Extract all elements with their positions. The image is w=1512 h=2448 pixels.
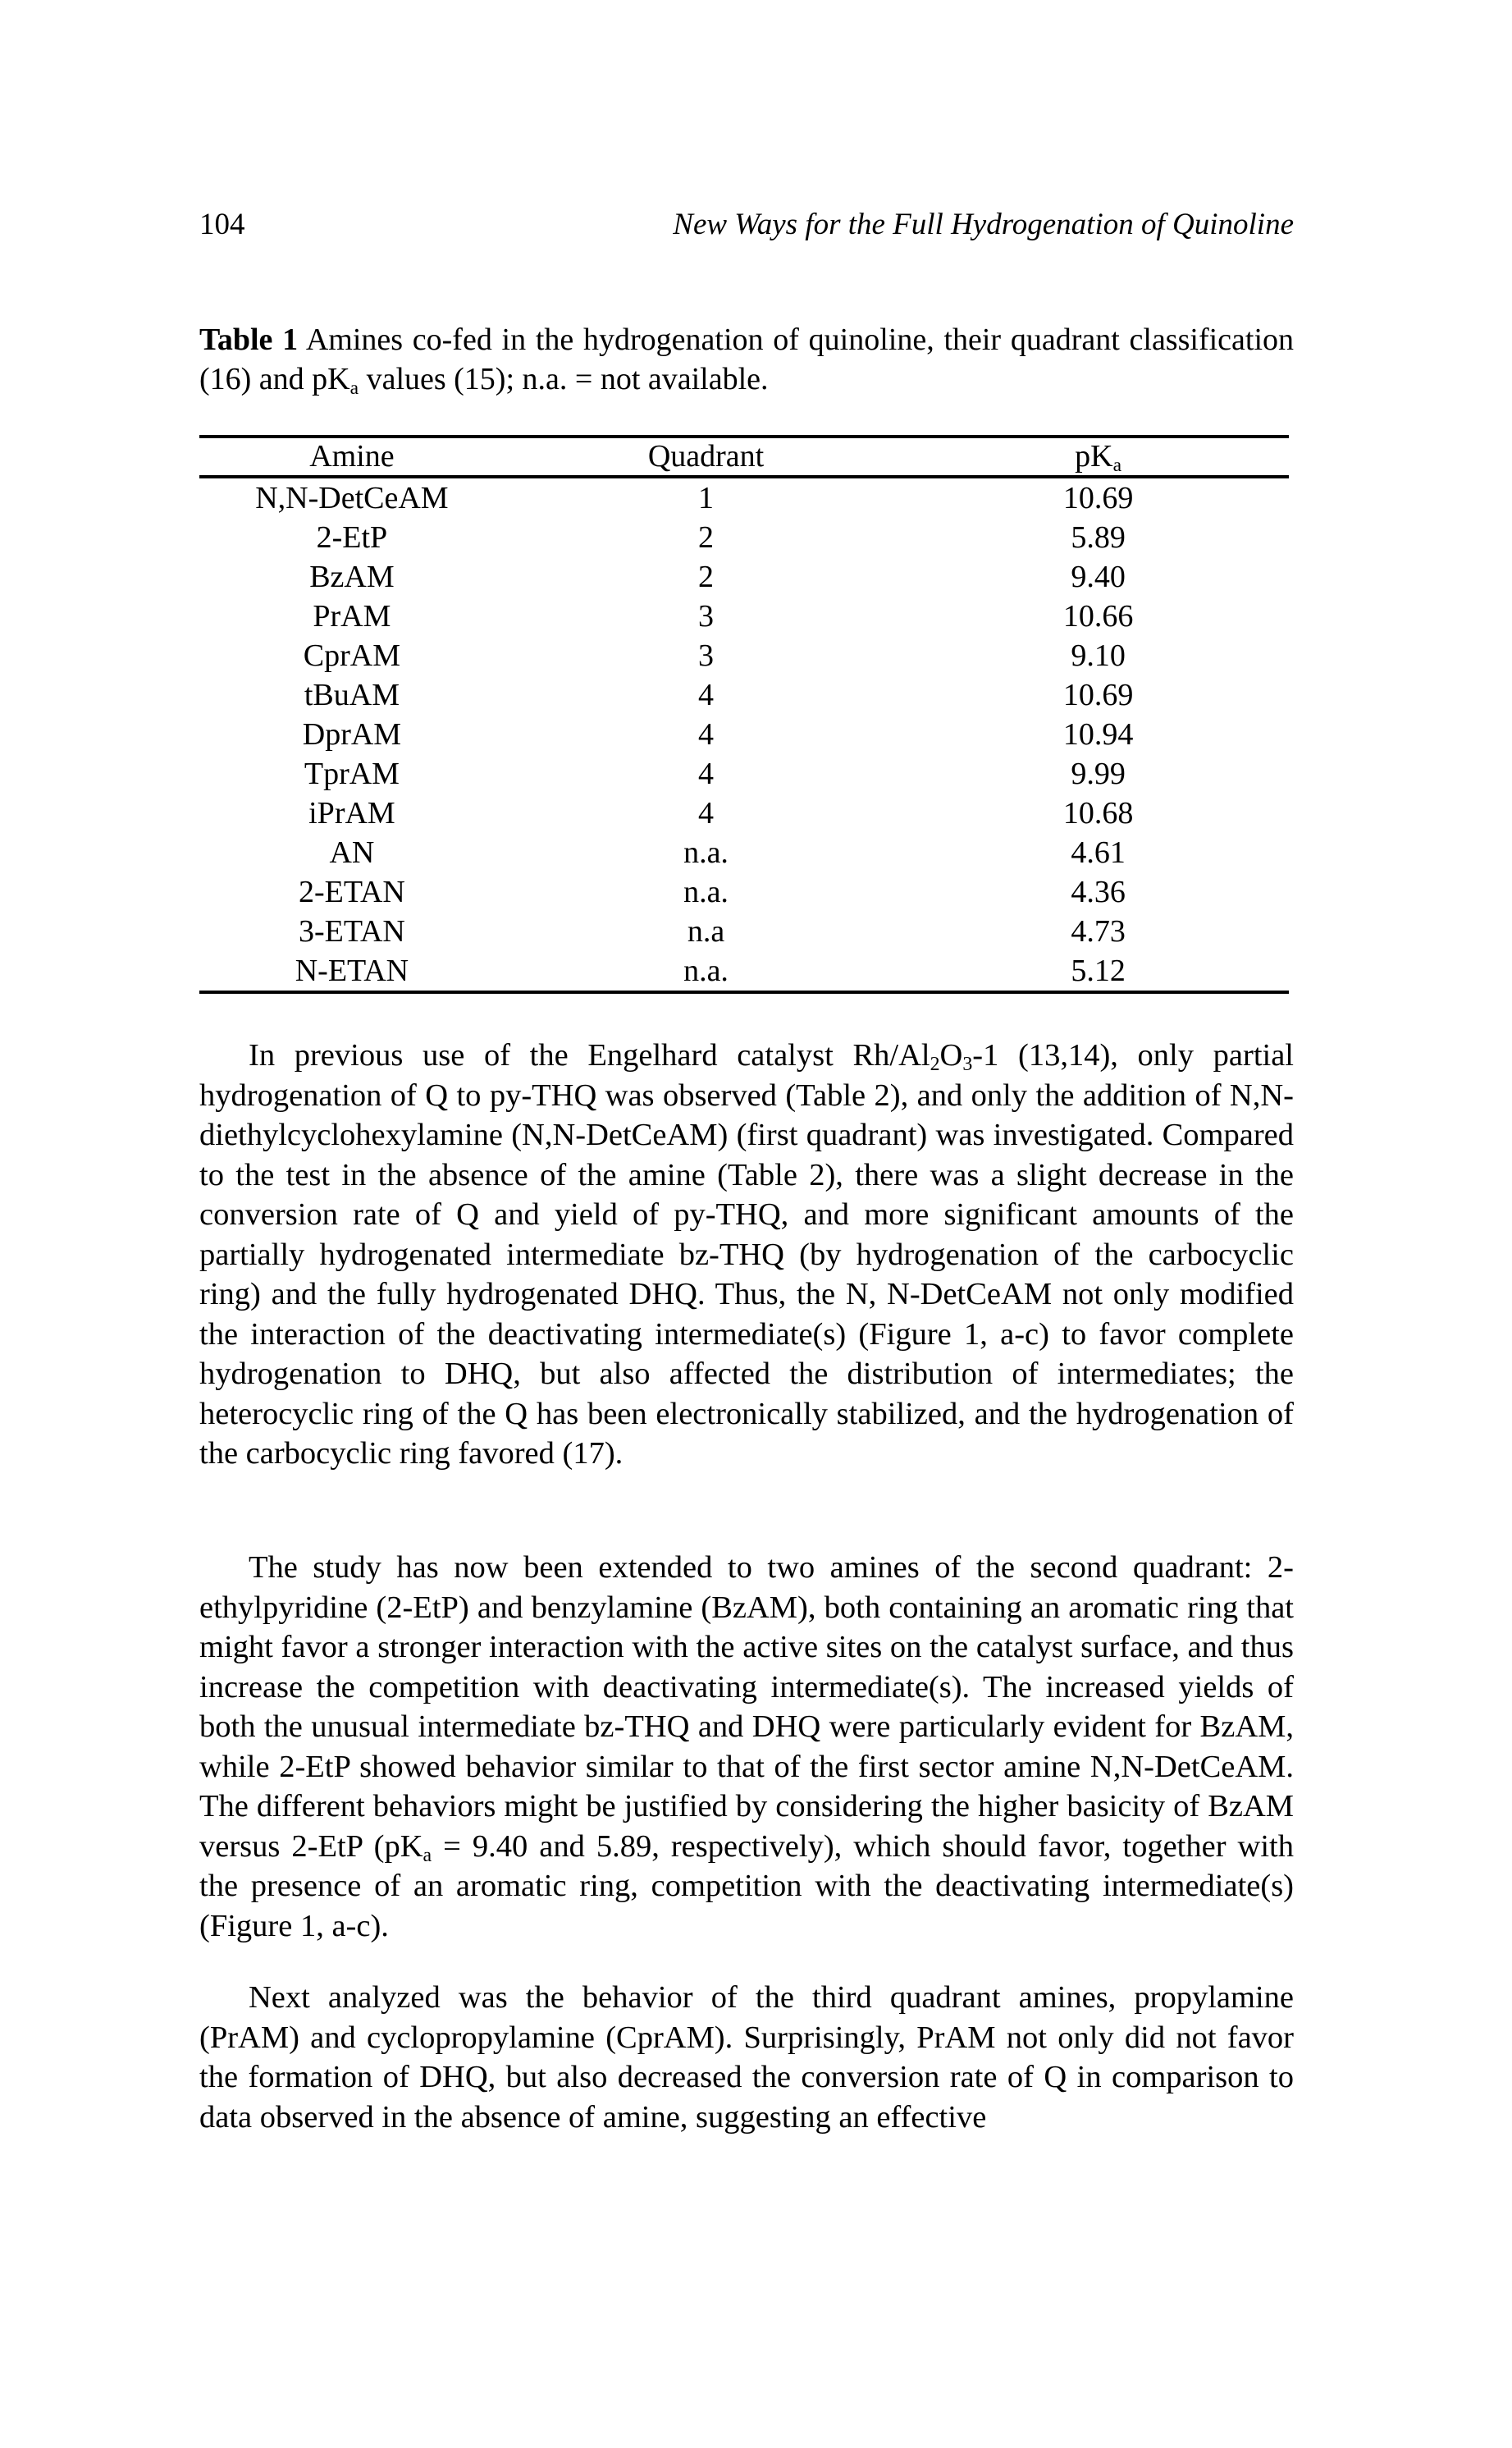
text-run: O bbox=[939, 1038, 963, 1073]
paragraph-text: Next analyzed was the behavior of the th… bbox=[199, 1980, 1294, 2135]
cell-quadrant: 1 bbox=[698, 481, 714, 515]
cell-pka: 5.12 bbox=[1071, 954, 1126, 988]
paragraph-text: In previous use of the Engelhard catalys… bbox=[199, 1036, 1294, 1474]
cell-amine: 3-ETAN bbox=[298, 914, 405, 949]
column-header-pka-text: pK bbox=[1075, 439, 1113, 474]
table-row: 2-EtP 2 5.89 bbox=[199, 518, 1289, 557]
subscript: a bbox=[423, 1844, 432, 1866]
table-row: 3-ETAN n.a 4.73 bbox=[199, 912, 1289, 951]
amines-table-container: Amine Quadrant pKa N,N-DetCeAM 1 10.69 2-Et… bbox=[199, 435, 1289, 994]
table-row: AN n.a. 4.61 bbox=[199, 833, 1289, 872]
subscript: a bbox=[349, 377, 359, 399]
cell-amine: BzAM bbox=[309, 560, 395, 594]
cell-quadrant: 4 bbox=[698, 717, 714, 752]
table-row: iPrAM 4 10.68 bbox=[199, 794, 1289, 833]
cell-amine: tBuAM bbox=[304, 678, 400, 712]
cell-amine: TprAM bbox=[304, 757, 400, 791]
cell-amine: DprAM bbox=[302, 717, 402, 752]
column-header-pka: pKa bbox=[907, 437, 1289, 477]
column-header-quadrant: Quadrant bbox=[647, 439, 765, 474]
cell-quadrant: n.a. bbox=[683, 875, 729, 909]
amines-table: Amine Quadrant pKa N,N-DetCeAM 1 10.69 2-Et… bbox=[199, 435, 1289, 994]
cell-pka: 10.66 bbox=[1062, 599, 1134, 634]
cell-pka: 9.10 bbox=[1071, 638, 1126, 673]
subscript: a bbox=[1112, 454, 1122, 476]
table-row: N-ETAN n.a. 5.12 bbox=[199, 951, 1289, 992]
cell-quadrant: n.a bbox=[687, 914, 725, 949]
text-run: The study has now been extended to two a… bbox=[199, 1550, 1294, 1864]
table-row: BzAM 2 9.40 bbox=[199, 557, 1289, 597]
table-row: 2-ETAN n.a. 4.36 bbox=[199, 872, 1289, 912]
cell-quadrant: 2 bbox=[698, 520, 714, 555]
cell-amine: 2-EtP bbox=[316, 520, 388, 555]
cell-pka: 4.61 bbox=[1071, 835, 1126, 870]
cell-amine: PrAM bbox=[313, 599, 391, 634]
cell-pka: 4.73 bbox=[1071, 914, 1126, 949]
cell-amine: AN bbox=[329, 835, 375, 870]
paragraph-3: Next analyzed was the behavior of the th… bbox=[199, 1978, 1294, 2137]
text-run: -1 (13,14), only partial hydrogenation o… bbox=[199, 1038, 1294, 1471]
table-caption-text-end: values (15); n.a. = not available. bbox=[359, 362, 769, 396]
paragraph-2: The study has now been extended to two a… bbox=[199, 1548, 1294, 1946]
cell-pka: 5.89 bbox=[1071, 520, 1126, 555]
cell-amine: N,N-DetCeAM bbox=[255, 481, 449, 515]
cell-pka: 10.69 bbox=[1062, 481, 1134, 515]
cell-amine: 2-ETAN bbox=[298, 875, 405, 909]
cell-quadrant: n.a. bbox=[683, 954, 729, 988]
table-row: tBuAM 4 10.69 bbox=[199, 675, 1289, 715]
table-caption-label: Table 1 bbox=[199, 323, 299, 357]
cell-pka: 10.68 bbox=[1062, 796, 1134, 830]
cell-amine: N-ETAN bbox=[295, 954, 409, 988]
cell-pka: 10.94 bbox=[1062, 717, 1134, 752]
paragraph-1: In previous use of the Engelhard catalys… bbox=[199, 1036, 1294, 1474]
text-run: In previous use of the Engelhard catalys… bbox=[249, 1038, 930, 1073]
table-row: CprAM 3 9.10 bbox=[199, 636, 1289, 675]
table-caption: Table 1 Amines co-fed in the hydrogenati… bbox=[199, 320, 1294, 399]
cell-amine: iPrAM bbox=[308, 796, 395, 830]
cell-pka: 4.36 bbox=[1071, 875, 1126, 909]
cell-quadrant: 4 bbox=[698, 757, 714, 791]
cell-pka: 9.99 bbox=[1071, 757, 1126, 791]
table-header-row: Amine Quadrant pKa bbox=[199, 437, 1289, 477]
cell-pka: 10.69 bbox=[1062, 678, 1134, 712]
table-row: DprAM 4 10.94 bbox=[199, 715, 1289, 754]
cell-quadrant: 4 bbox=[698, 678, 714, 712]
table-body: N,N-DetCeAM 1 10.69 2-EtP 2 5.89 BzAM 2 9.40 PrAM… bbox=[199, 477, 1289, 992]
cell-quadrant: 3 bbox=[698, 599, 714, 634]
column-header-amine: Amine bbox=[309, 439, 395, 474]
paragraph-text: The study has now been extended to two a… bbox=[199, 1548, 1294, 1946]
table-row: TprAM 4 9.99 bbox=[199, 754, 1289, 794]
cell-quadrant: n.a. bbox=[683, 835, 729, 870]
cell-quadrant: 3 bbox=[698, 638, 714, 673]
cell-quadrant: 2 bbox=[698, 560, 714, 594]
running-title: New Ways for the Full Hydrogenation of Q… bbox=[673, 208, 1294, 241]
table-row: N,N-DetCeAM 1 10.69 bbox=[199, 477, 1289, 518]
cell-amine: CprAM bbox=[303, 638, 401, 673]
subscript: 3 bbox=[962, 1053, 973, 1075]
subscript: 2 bbox=[930, 1053, 940, 1075]
running-header: 104 New Ways for the Full Hydrogenation … bbox=[199, 205, 1294, 245]
table-row: PrAM 3 10.66 bbox=[199, 597, 1289, 636]
cell-quadrant: 4 bbox=[698, 796, 714, 830]
page-number: 104 bbox=[199, 208, 245, 241]
cell-pka: 9.40 bbox=[1071, 560, 1126, 594]
